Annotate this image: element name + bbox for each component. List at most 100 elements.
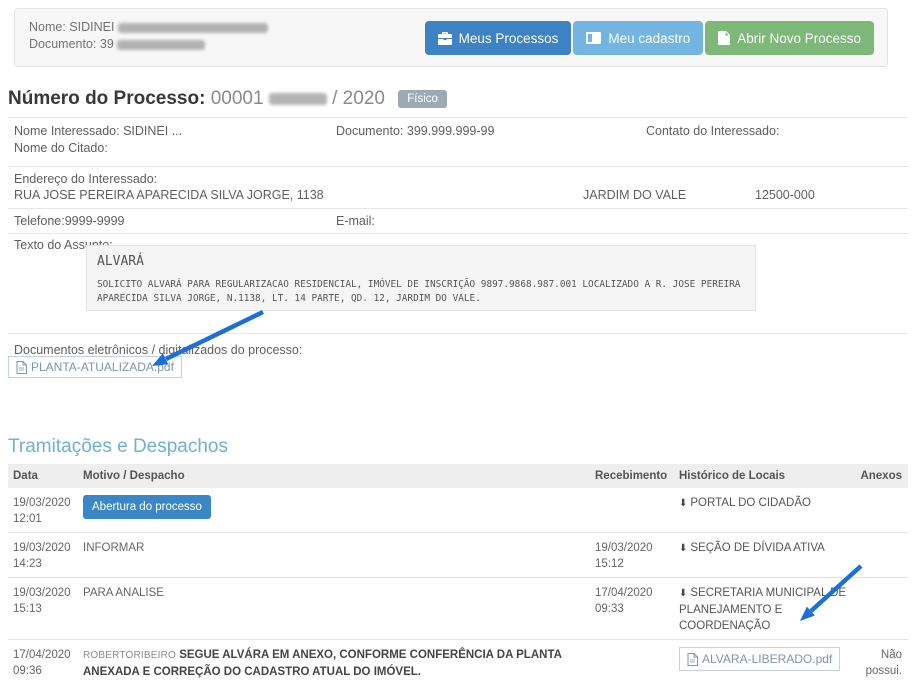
process-number-label: Número do Processo:: [8, 88, 205, 109]
nome-interessado: Nome Interessado: SIDINEI ...: [14, 124, 182, 138]
abrir-novo-processo-label: Abrir Novo Processo: [737, 31, 861, 46]
table-row: 19/03/2020 15:13 PARA ANALISE 17/04/2020…: [8, 578, 908, 640]
row-motivo-cell: PARA ANALISE: [78, 578, 590, 639]
assunto-text-line1: SOLICITO ALVARÁ PARA REGULARIZACAO RESID…: [97, 278, 745, 292]
user-name-line: Nome: SIDINEI: [29, 19, 268, 36]
header-actions: Meus Processos Meu cadastro Abrir Novo P…: [425, 21, 874, 55]
pdf-file-icon: [687, 653, 698, 666]
divider: [8, 117, 908, 118]
row-anexos-cell: Não possui.: [854, 640, 908, 685]
row-receb-date: 17/04/2020: [595, 585, 669, 601]
meu-cadastro-button[interactable]: Meu cadastro: [573, 21, 703, 55]
endereco-value: RUA JOSE PEREIRA APARECIDA SILVA JORGE, …: [14, 188, 324, 202]
row-date: 19/03/2020: [13, 585, 73, 601]
tramitacoes-title: Tramitações e Despachos: [8, 436, 228, 458]
user-document-line: Documento: 39: [29, 36, 268, 53]
process-number-prefix: 00001: [211, 88, 264, 109]
telefone-value: Telefone:9999-9999: [14, 214, 125, 228]
row-receb-time: 09:33: [595, 601, 669, 617]
redaction-name: [118, 23, 268, 33]
meus-processos-label: Meus Processos: [459, 31, 559, 46]
row-recebimento-cell: 19/03/2020 15:12: [590, 533, 674, 577]
row-date: 17/04/2020: [13, 647, 73, 663]
anexos-line: possui.: [859, 663, 902, 679]
meu-cadastro-label: Meu cadastro: [608, 31, 690, 46]
abertura-processo-badge: Abertura do processo: [83, 495, 211, 519]
table-row: 17/04/2020 09:36 ROBERTORIBEIRO SEGUE AL…: [8, 640, 908, 685]
row-historico-cell: ⬇PORTAL DO CIDADÃO: [674, 488, 854, 532]
row-local: SEÇÃO DE DÍVIDA ATIVA: [690, 542, 824, 554]
planta-atualizada-pdf-link[interactable]: PLANTA-ATUALIZADA.pdf: [8, 356, 182, 378]
row-historico-cell: ALVARA-LIBERADO.pdf: [674, 640, 854, 685]
row-receb-time: 15:12: [595, 556, 669, 572]
assunto-title: ALVARÁ: [97, 254, 745, 269]
user-document-value: 39: [100, 37, 114, 51]
user-info: Nome: SIDINEI Documento: 39: [29, 19, 268, 53]
col-header-anexos: Anexos: [854, 464, 908, 488]
user-name-label: Nome:: [29, 20, 66, 34]
pdf-file-icon: [16, 361, 27, 374]
col-header-historico: Histórico de Locais: [674, 464, 854, 488]
down-arrow-icon: ⬇: [679, 498, 687, 509]
down-arrow-icon: ⬇: [679, 543, 687, 554]
cep-value: 12500-000: [755, 188, 815, 202]
endereco-label: Endereço do Interessado:: [14, 172, 157, 186]
redaction-process-number: [269, 93, 327, 105]
row-data-cell: 17/04/2020 09:36: [8, 640, 78, 685]
nome-citado: Nome do Citado:: [14, 141, 108, 155]
row-motivo-cell: Abertura do processo: [78, 488, 590, 532]
row-date: 19/03/2020: [13, 540, 73, 556]
divider: [8, 333, 908, 334]
row-anexos-cell: [854, 578, 908, 639]
col-header-motivo: Motivo / Despacho: [78, 464, 590, 488]
redaction-document: [117, 40, 205, 50]
row-local: PORTAL DO CIDADÃO: [690, 497, 811, 509]
row-date: 19/03/2020: [13, 495, 73, 511]
row-local: SECRETARIA MUNICIPAL DE PLANEJAMENTO E C…: [679, 587, 846, 632]
row-time: 15:13: [13, 601, 73, 617]
row-data-cell: 19/03/2020 14:23: [8, 533, 78, 577]
alvara-liberado-pdf-link[interactable]: ALVARA-LIBERADO.pdf: [679, 647, 840, 671]
briefcase-icon: [438, 32, 452, 45]
row-time: 12:01: [13, 511, 73, 527]
row-anexos-cell: [854, 488, 908, 532]
row-time: 09:36: [13, 663, 73, 679]
bairro-value: JARDIM DO VALE: [583, 188, 686, 202]
process-number-suffix: / 2020: [332, 88, 385, 109]
table-row: 19/03/2020 12:01 Abertura do processo ⬇P…: [8, 488, 908, 533]
alvara-liberado-pdf-label: ALVARA-LIBERADO.pdf: [702, 651, 832, 667]
row-recebimento-cell: [590, 488, 674, 532]
divider: [8, 166, 908, 167]
contato-interessado: Contato do Interessado:: [646, 124, 779, 138]
user-name-value: SIDINEI: [69, 20, 114, 34]
process-type-badge: Físico: [398, 90, 447, 108]
process-heading: Número do Processo: 00001 / 2020 Físico: [8, 88, 447, 110]
user-panel: Nome: SIDINEI Documento: 39 Meus Process…: [14, 8, 888, 67]
row-motivo-cell: INFORMAR: [78, 533, 590, 577]
meus-processos-button[interactable]: Meus Processos: [425, 21, 572, 55]
row-data-cell: 19/03/2020 12:01: [8, 488, 78, 532]
row-recebimento-cell: [590, 640, 674, 685]
documentos-label: Documentos eletrônicos / digitalizados d…: [14, 343, 302, 357]
divider: [8, 208, 908, 209]
row-anexos-cell: [854, 533, 908, 577]
anexos-line: Não: [859, 647, 902, 663]
email-label: E-mail:: [336, 214, 375, 228]
assunto-box: ALVARÁ SOLICITO ALVARÁ PARA REGULARIZACA…: [86, 245, 756, 311]
divider: [8, 233, 908, 234]
row-time: 14:23: [13, 556, 73, 572]
assunto-text-line2: APARECIDA SILVA JORGE, N.1138, LT. 14 PA…: [97, 292, 745, 306]
documento-interessado: Documento: 399.999.999-99: [336, 124, 494, 138]
table-row: 19/03/2020 14:23 INFORMAR 19/03/2020 15:…: [8, 533, 908, 578]
col-header-recebimento: Recebimento: [590, 464, 674, 488]
abrir-novo-processo-button[interactable]: Abrir Novo Processo: [705, 21, 874, 55]
table-header-row: Data Motivo / Despacho Recebimento Histó…: [8, 464, 908, 488]
new-document-icon: [718, 31, 730, 45]
planta-atualizada-pdf-label: PLANTA-ATUALIZADA.pdf: [31, 360, 174, 374]
col-header-data: Data: [8, 464, 78, 488]
user-document-label: Documento:: [29, 37, 96, 51]
row-historico-cell: ⬇SEÇÃO DE DÍVIDA ATIVA: [674, 533, 854, 577]
row-recebimento-cell: 17/04/2020 09:33: [590, 578, 674, 639]
id-card-icon: [586, 32, 601, 44]
row-historico-cell: ⬇SECRETARIA MUNICIPAL DE PLANEJAMENTO E …: [674, 578, 854, 639]
